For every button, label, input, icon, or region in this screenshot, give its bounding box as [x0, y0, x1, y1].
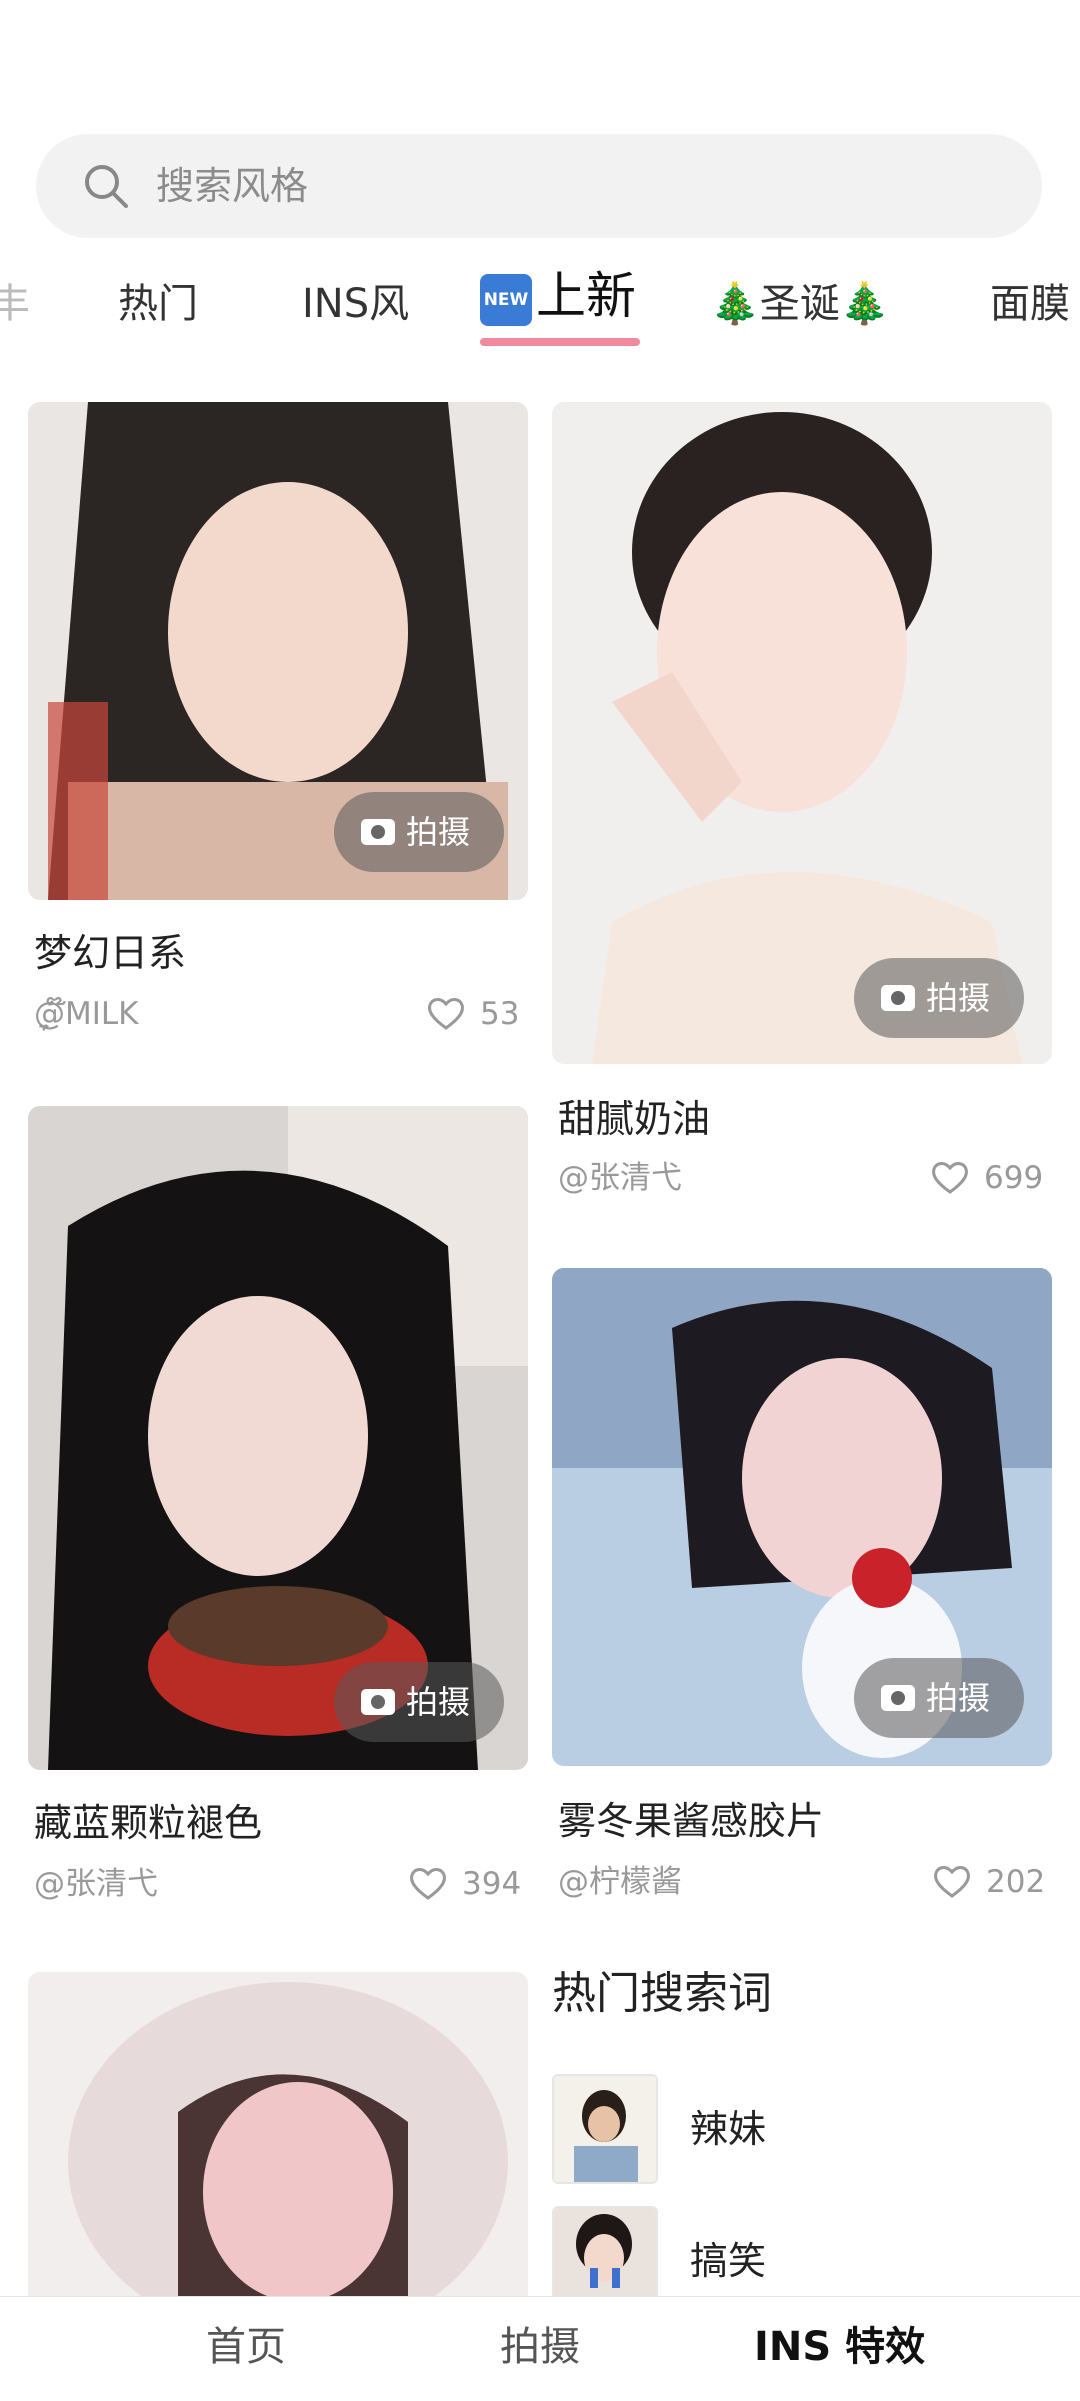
- bottom-nav: 首页 拍摄 INS 特效: [0, 2296, 1080, 2401]
- hot-search-title: 热门搜索词: [552, 1968, 772, 2019]
- shoot-button-4[interactable]: 拍摄: [854, 1658, 1024, 1738]
- tab-offscreen-fragment[interactable]: 丰: [0, 276, 30, 332]
- hot-search-label: 辣妹: [690, 2107, 767, 2151]
- nav-ins-effects[interactable]: INS 特效: [754, 2321, 925, 2373]
- tab-ins-style[interactable]: INS风: [302, 276, 409, 332]
- shoot-button-3[interactable]: 拍摄: [334, 1662, 504, 1742]
- hot-search-label: 搞笑: [690, 2239, 767, 2283]
- nav-shoot[interactable]: 拍摄: [500, 2321, 580, 2373]
- active-tab-underline: [480, 338, 640, 346]
- card-author-4[interactable]: @柠檬酱: [558, 1862, 682, 1902]
- heart-icon[interactable]: [408, 1864, 448, 1902]
- card-likes-1: 53: [480, 996, 520, 1032]
- search-placeholder: 搜索风格: [156, 164, 309, 208]
- card-title-1: 梦幻日系: [34, 931, 187, 975]
- nav-home[interactable]: 首页: [206, 2321, 286, 2373]
- card-image-1[interactable]: 拍摄: [28, 402, 528, 900]
- hot-search-item-1[interactable]: 辣妹: [552, 2074, 1032, 2184]
- search-bar[interactable]: 搜索风格: [36, 134, 1042, 238]
- hot-search-thumbnail: [552, 2074, 658, 2184]
- shoot-label: 拍摄: [926, 979, 991, 1017]
- card-image-3[interactable]: 拍摄: [28, 1106, 528, 1770]
- category-tabs: 丰 热门 INS风 NEW 上新 🎄圣诞🎄 面膜: [0, 262, 1080, 362]
- card-likes-3: 394: [462, 1866, 522, 1902]
- card-author-2[interactable]: @张清弋: [558, 1158, 682, 1198]
- shoot-label: 拍摄: [406, 1683, 471, 1721]
- tab-christmas[interactable]: 🎄圣诞🎄: [710, 276, 890, 332]
- card-image-2[interactable]: 拍摄: [552, 402, 1052, 1064]
- heart-icon[interactable]: [932, 1862, 972, 1900]
- camera-icon: [361, 819, 395, 845]
- card-title-3: 藏蓝颗粒褪色: [34, 1801, 263, 1845]
- search-icon: [85, 165, 128, 208]
- card-likes-2: 699: [984, 1160, 1044, 1196]
- card-title-2: 甜腻奶油: [558, 1097, 711, 1141]
- heart-icon[interactable]: [930, 1158, 970, 1196]
- shoot-button-2[interactable]: 拍摄: [854, 958, 1024, 1038]
- heart-icon[interactable]: [426, 994, 466, 1032]
- camera-icon: [881, 1685, 915, 1711]
- shoot-label: 拍摄: [926, 1679, 991, 1717]
- card-image-4[interactable]: 拍摄: [552, 1268, 1052, 1766]
- card-image-5[interactable]: [28, 1972, 528, 2296]
- card-author-3[interactable]: @张清弋: [34, 1864, 158, 1904]
- camera-icon: [361, 1689, 395, 1715]
- tab-new[interactable]: NEW 上新: [480, 268, 636, 326]
- card-author-1[interactable]: @ִֶָ໊MILK: [34, 994, 139, 1034]
- tab-hot[interactable]: 热门: [118, 276, 198, 332]
- shoot-button-1[interactable]: 拍摄: [334, 792, 504, 872]
- camera-icon: [881, 985, 915, 1011]
- tab-new-label: 上新: [536, 267, 636, 325]
- card-likes-4: 202: [986, 1864, 1046, 1900]
- tab-facemask[interactable]: 面膜: [990, 276, 1070, 332]
- shoot-label: 拍摄: [406, 813, 471, 851]
- new-badge-icon: NEW: [480, 273, 532, 326]
- card-title-4: 雾冬果酱感胶片: [558, 1799, 825, 1843]
